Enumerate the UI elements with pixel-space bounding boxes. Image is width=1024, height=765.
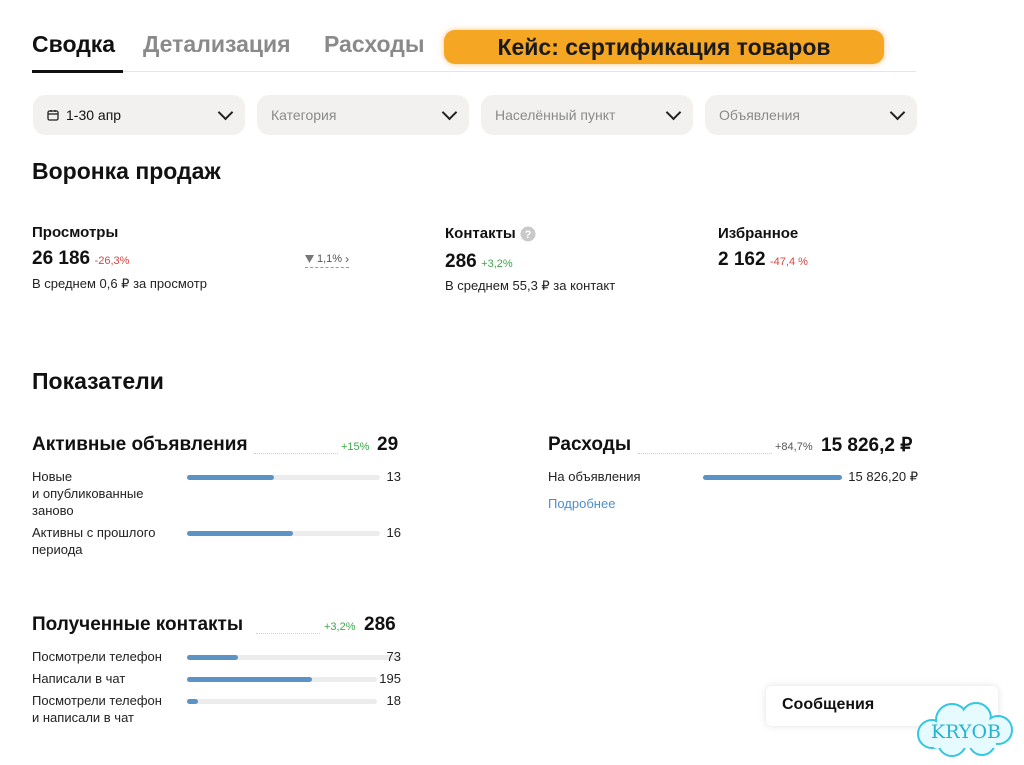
active-ads-title: Активные объявления — [32, 434, 248, 455]
expenses-row-value: 15 826,20 ₽ — [848, 469, 918, 484]
contacts-metric: 286 +3,2% — [445, 251, 513, 273]
views-label: Просмотры — [32, 224, 119, 241]
conversion-value: 1,1% — [317, 253, 343, 265]
label-line: Написали в чат — [32, 671, 126, 686]
tabs-divider — [32, 71, 916, 72]
favorites-label: Избранное — [718, 225, 799, 242]
contacts-label-group: Контакты ? — [445, 225, 536, 242]
views-metric: 26 186 -26,3% — [32, 248, 129, 270]
help-icon[interactable]: ? — [520, 226, 536, 242]
label-line: периода — [32, 542, 83, 557]
active-ads-row-label: Активны с прошлого периода — [32, 524, 155, 558]
contacts-received-row-value: 73 — [386, 649, 401, 664]
category-filter-label: Категория — [271, 107, 337, 123]
active-ads-row-label: Новые и опубликованные заново — [32, 468, 143, 519]
tab-expenses[interactable]: Расходы — [324, 31, 425, 58]
contacts-received-row-label: Написали в чат — [32, 670, 125, 687]
favorites-delta: -47,4 % — [770, 256, 808, 268]
label-line: и опубликованные — [32, 486, 144, 501]
case-badge: Кейс: сертификация товаров — [444, 30, 884, 64]
expenses-total: 15 826,2 ₽ — [821, 435, 913, 456]
label-line: Активны с прошлого — [32, 525, 156, 540]
ads-filter[interactable]: Объявления — [705, 95, 917, 135]
watermark-text: KRYOB — [931, 721, 1001, 743]
kryob-watermark-logo: KRYOB — [917, 702, 1013, 757]
active-ads-delta: +15% — [341, 441, 370, 453]
progress-fill — [187, 531, 294, 536]
chevron-down-icon — [665, 104, 682, 120]
progress-fill — [187, 699, 199, 704]
locality-filter-label: Населённый пункт — [495, 107, 616, 123]
chevron-down-icon — [217, 104, 234, 120]
expenses-row-label: На объявления — [548, 468, 641, 485]
active-ads-total: 29 — [377, 434, 399, 455]
dotted-leader — [254, 452, 338, 454]
funnel-title: Воронка продаж — [32, 158, 221, 184]
views-average: В среднем 0,6 ₽ за просмотр — [32, 276, 207, 291]
date-filter-label: 1-30 апр — [66, 107, 122, 123]
tab-summary[interactable]: Сводка — [32, 31, 115, 58]
locality-filter[interactable]: Населённый пункт — [481, 95, 693, 135]
triangle-down-icon — [305, 255, 314, 263]
svg-text:?: ? — [524, 229, 531, 241]
views-value: 26 186 — [32, 248, 91, 269]
date-filter[interactable]: 1-30 апр — [33, 95, 245, 135]
contacts-average: В среднем 55,3 ₽ за контакт — [445, 278, 616, 293]
contacts-label: Контакты — [445, 225, 516, 242]
conversion-link[interactable]: 1,1% › — [305, 252, 350, 268]
progress-fill — [703, 475, 842, 480]
progress-fill — [187, 677, 313, 682]
progress-fill — [187, 655, 239, 660]
active-tab-indicator — [32, 70, 123, 73]
contacts-received-row-value: 18 — [386, 693, 401, 708]
contacts-received-row-label: Посмотрели телефон и написали в чат — [32, 692, 162, 726]
chevron-right-icon: › — [345, 252, 350, 266]
label-line: Посмотрели телефон — [32, 649, 162, 664]
expenses-details-link[interactable]: Подробнее — [548, 496, 615, 511]
chevron-down-icon — [441, 104, 458, 120]
contacts-received-row-value: 195 — [379, 671, 401, 686]
indicators-title: Показатели — [32, 368, 164, 394]
contacts-received-total: 286 — [364, 614, 396, 635]
progress-bar — [703, 475, 842, 480]
label-line: На объявления — [548, 469, 641, 484]
progress-bar — [187, 475, 380, 480]
label-line: Новые — [32, 469, 73, 484]
active-ads-row-value: 16 — [386, 525, 401, 540]
label-line: и написали в чат — [32, 710, 134, 725]
label-line: заново — [32, 503, 74, 518]
label-line: Посмотрели телефон — [32, 693, 162, 708]
calendar-icon — [47, 110, 59, 121]
contacts-received-delta: +3,2% — [324, 621, 356, 633]
contacts-value: 286 — [445, 251, 477, 272]
progress-bar — [187, 699, 377, 704]
contacts-delta: +3,2% — [481, 258, 513, 270]
progress-fill — [187, 475, 274, 480]
progress-bar — [187, 531, 380, 536]
tab-details[interactable]: Детализация — [143, 31, 291, 58]
views-delta: -26,3% — [94, 255, 130, 267]
progress-bar — [187, 677, 377, 682]
contacts-received-title: Полученные контакты — [32, 614, 244, 635]
expenses-delta: +84,7% — [775, 441, 813, 453]
active-ads-row-value: 13 — [386, 469, 401, 484]
chevron-down-icon — [889, 104, 906, 120]
ads-filter-label: Объявления — [719, 107, 800, 123]
contacts-received-row-label: Посмотрели телефон — [32, 648, 162, 665]
favorites-metric: 2 162 -47,4 % — [718, 249, 808, 271]
favorites-value: 2 162 — [718, 249, 766, 270]
expenses-title: Расходы — [548, 434, 632, 455]
dotted-leader — [638, 452, 772, 454]
category-filter[interactable]: Категория — [257, 95, 469, 135]
messages-label: Сообщения — [782, 696, 875, 713]
dotted-leader — [256, 632, 320, 634]
